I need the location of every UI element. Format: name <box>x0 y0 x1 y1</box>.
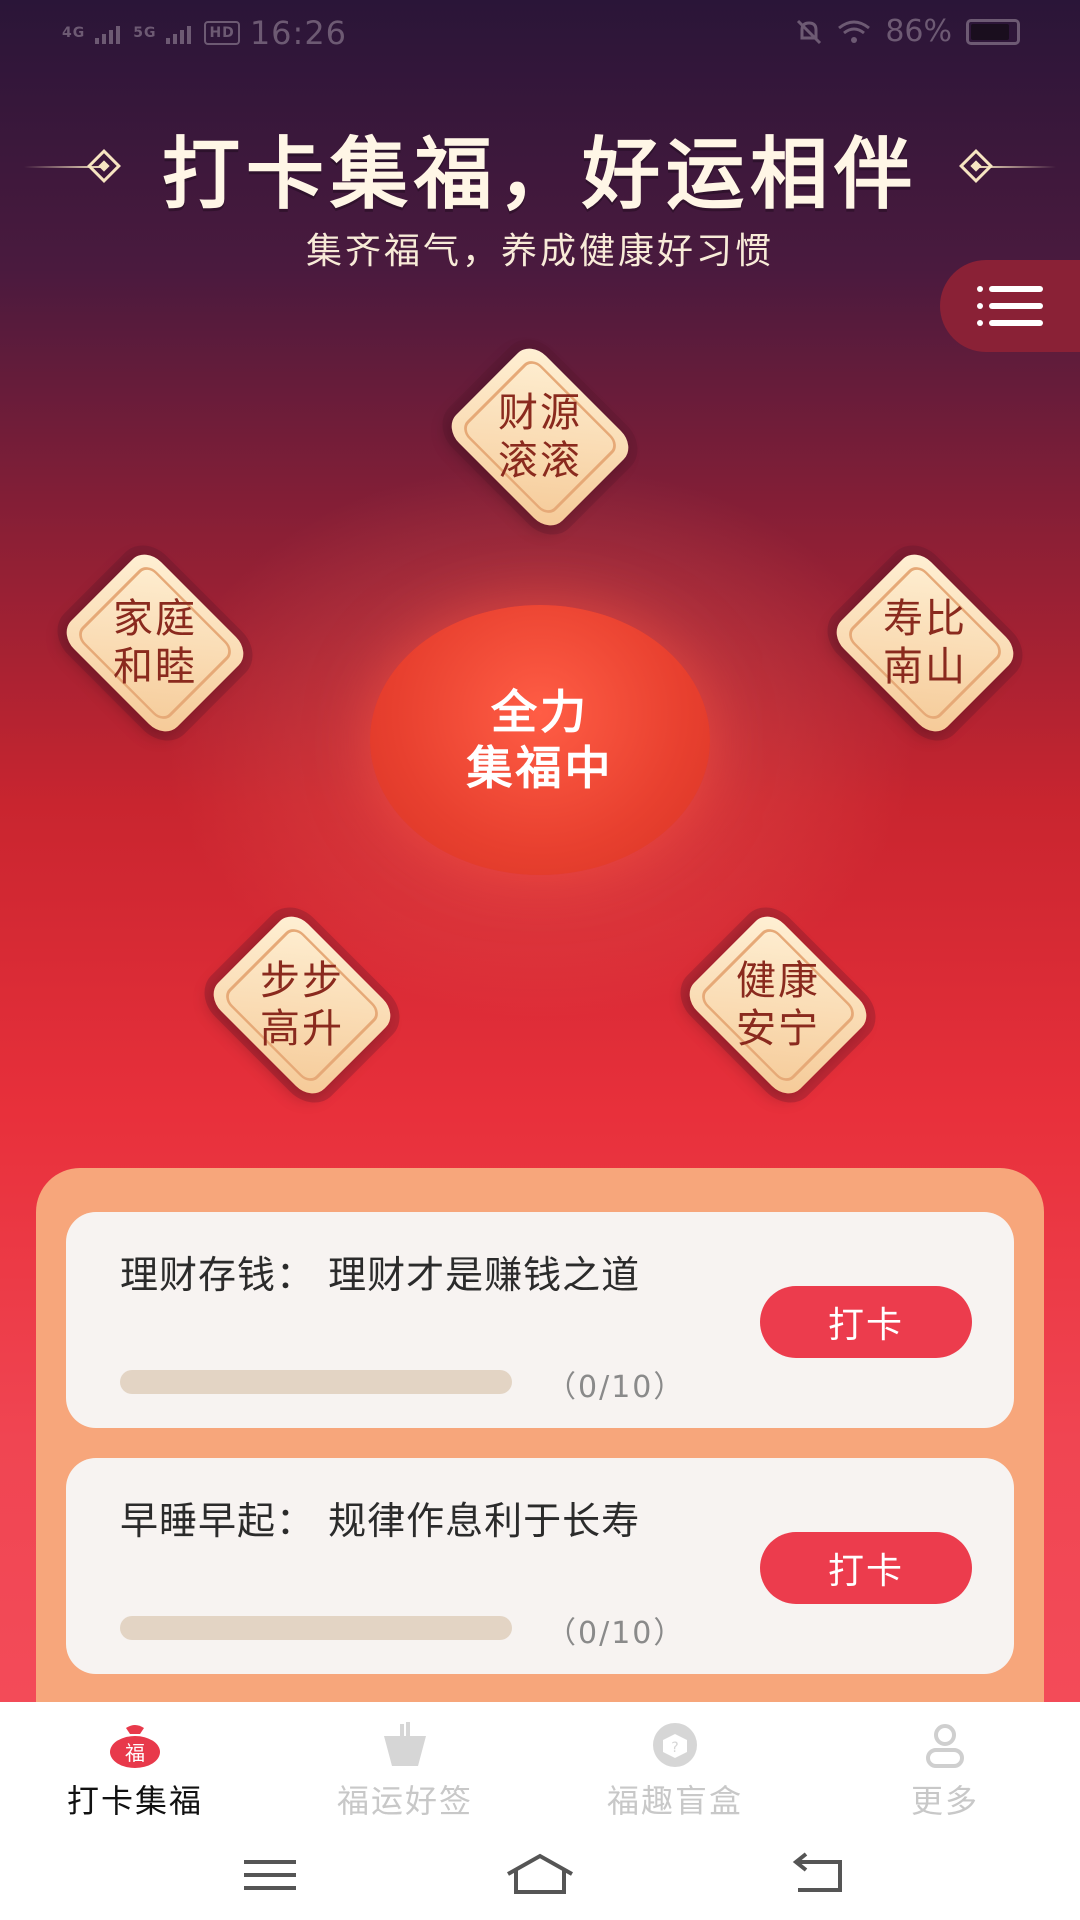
header: 打卡集福，好运相伴 <box>0 118 1080 220</box>
battery-icon <box>966 18 1020 45</box>
system-nav-bar <box>0 1832 1080 1920</box>
svg-text:?: ? <box>671 1740 678 1756</box>
tab-label: 福运好签 <box>336 1782 473 1820</box>
charm-promotion[interactable]: 步步 高升 <box>172 900 432 1110</box>
task-label: 理财存钱： 理财才是赚钱之道 <box>120 1253 641 1297</box>
list-menu-icon <box>977 284 1043 328</box>
center-label-line2: 集福中 <box>466 741 614 795</box>
status-right: 86% <box>795 14 1020 49</box>
charm-family[interactable]: 家庭 和睦 <box>25 538 285 748</box>
task-progress-bar <box>120 1370 512 1394</box>
charm-label-line1: 家庭 <box>113 596 197 642</box>
charm-label-line2: 高升 <box>260 1006 344 1052</box>
recent-apps-icon[interactable] <box>230 1850 310 1900</box>
task-panel: 理财存钱： 理财才是赚钱之道 （0/10） 打卡 早睡早起： 规律作息利于长寿 … <box>36 1168 1044 1728</box>
charm-label-line2: 和睦 <box>113 644 197 690</box>
charm-label-line1: 步步 <box>260 958 344 1004</box>
tab-fortune-stick[interactable]: 福运好签 <box>270 1722 540 1832</box>
home-icon[interactable] <box>500 1850 580 1900</box>
charm-label-line1: 财源 <box>498 390 582 436</box>
title-decoration-right <box>976 166 1056 168</box>
status-left: 4G 5G HD 16:26 <box>62 14 347 52</box>
mute-bell-icon <box>797 19 822 44</box>
tab-blind-box[interactable]: ? 福趣盲盒 <box>540 1722 810 1832</box>
charm-longevity[interactable]: 寿比 南山 <box>795 538 1055 748</box>
signal-icon <box>95 26 121 44</box>
blind-box-icon: ? <box>648 1722 702 1768</box>
signal-icon <box>166 26 192 44</box>
page-title: 打卡集福，好运相伴 <box>161 130 918 220</box>
clock: 16:26 <box>249 14 348 52</box>
fortune-bag-icon: 福 <box>108 1722 162 1768</box>
tab-check-in[interactable]: 福 打卡集福 <box>0 1722 270 1832</box>
tab-label: 打卡集福 <box>66 1782 203 1820</box>
charm-label-line1: 健康 <box>736 958 820 1004</box>
check-in-button[interactable]: 打卡 <box>760 1532 972 1604</box>
check-in-button[interactable]: 打卡 <box>760 1286 972 1358</box>
tab-label: 更多 <box>910 1782 979 1820</box>
wifi-icon <box>838 20 871 43</box>
charm-label-line2: 安宁 <box>736 1006 820 1052</box>
lottery-stick-icon <box>378 1722 432 1768</box>
task-card: 早睡早起： 规律作息利于长寿 （0/10） 打卡 <box>66 1458 1014 1674</box>
hd-indicator: HD <box>204 21 240 45</box>
battery-percent: 86% <box>885 14 952 49</box>
person-icon <box>918 1722 972 1768</box>
page-subtitle: 集齐福气，养成健康好习惯 <box>305 231 774 272</box>
charm-health[interactable]: 健康 安宁 <box>648 900 908 1110</box>
charm-label-line2: 滚滚 <box>498 438 582 484</box>
tab-more[interactable]: 更多 <box>810 1722 1080 1832</box>
collect-fortune-button[interactable]: 全力 集福中 <box>370 605 710 875</box>
status-bar: 4G 5G HD 16:26 86% <box>0 0 1080 70</box>
charm-wealth[interactable]: 财源 滚滚 <box>410 332 670 542</box>
tab-label: 福趣盲盒 <box>606 1782 743 1820</box>
task-progress-text: （0/10） <box>546 1616 686 1651</box>
menu-button[interactable] <box>940 260 1080 352</box>
task-progress-text: （0/10） <box>546 1370 686 1405</box>
task-label: 早睡早起： 规律作息利于长寿 <box>120 1499 641 1543</box>
back-icon[interactable] <box>780 1850 860 1900</box>
network-4g-indicator: 4G <box>62 25 86 41</box>
center-label-line1: 全力 <box>491 685 589 739</box>
network-5g-indicator: 5G <box>133 25 157 41</box>
charm-label-line2: 南山 <box>883 644 967 690</box>
task-progress-bar <box>120 1616 512 1640</box>
svg-text:福: 福 <box>125 1741 145 1765</box>
diamond-ornament-icon <box>87 149 121 183</box>
task-card: 理财存钱： 理财才是赚钱之道 （0/10） 打卡 <box>66 1212 1014 1428</box>
charm-label-line1: 寿比 <box>883 596 967 642</box>
bottom-tab-bar: 福 打卡集福 福运好签 ? 福趣盲盒 更多 <box>0 1702 1080 1832</box>
